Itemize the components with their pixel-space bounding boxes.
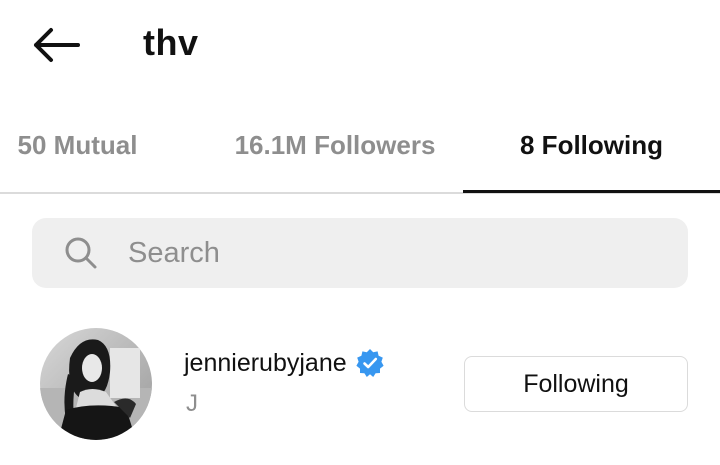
following-list-screen: thv 50 Mutual 16.1M Followers 8 Followin… xyxy=(0,0,720,465)
tab-following[interactable]: 8 Following xyxy=(463,118,720,192)
page-title: thv xyxy=(143,22,199,63)
list-item[interactable]: jennierubyjane J Following xyxy=(0,320,720,450)
search-input[interactable] xyxy=(128,228,668,278)
username[interactable]: jennierubyjane xyxy=(184,349,347,378)
tab-mutual[interactable]: 50 Mutual xyxy=(0,118,155,192)
profile-photo xyxy=(40,328,152,440)
full-name: J xyxy=(186,390,198,417)
back-button[interactable] xyxy=(30,24,82,66)
following-button[interactable]: Following xyxy=(464,356,688,412)
search-icon xyxy=(65,237,97,269)
verified-badge-icon xyxy=(356,349,384,377)
avatar[interactable] xyxy=(40,328,152,440)
search-bar[interactable] xyxy=(32,218,688,288)
tab-bar: 50 Mutual 16.1M Followers 8 Following xyxy=(0,118,720,194)
arrow-left-icon xyxy=(34,28,80,62)
tab-followers[interactable]: 16.1M Followers xyxy=(220,118,450,192)
active-tab-indicator xyxy=(463,190,720,193)
username-line: jennierubyjane xyxy=(184,348,385,378)
